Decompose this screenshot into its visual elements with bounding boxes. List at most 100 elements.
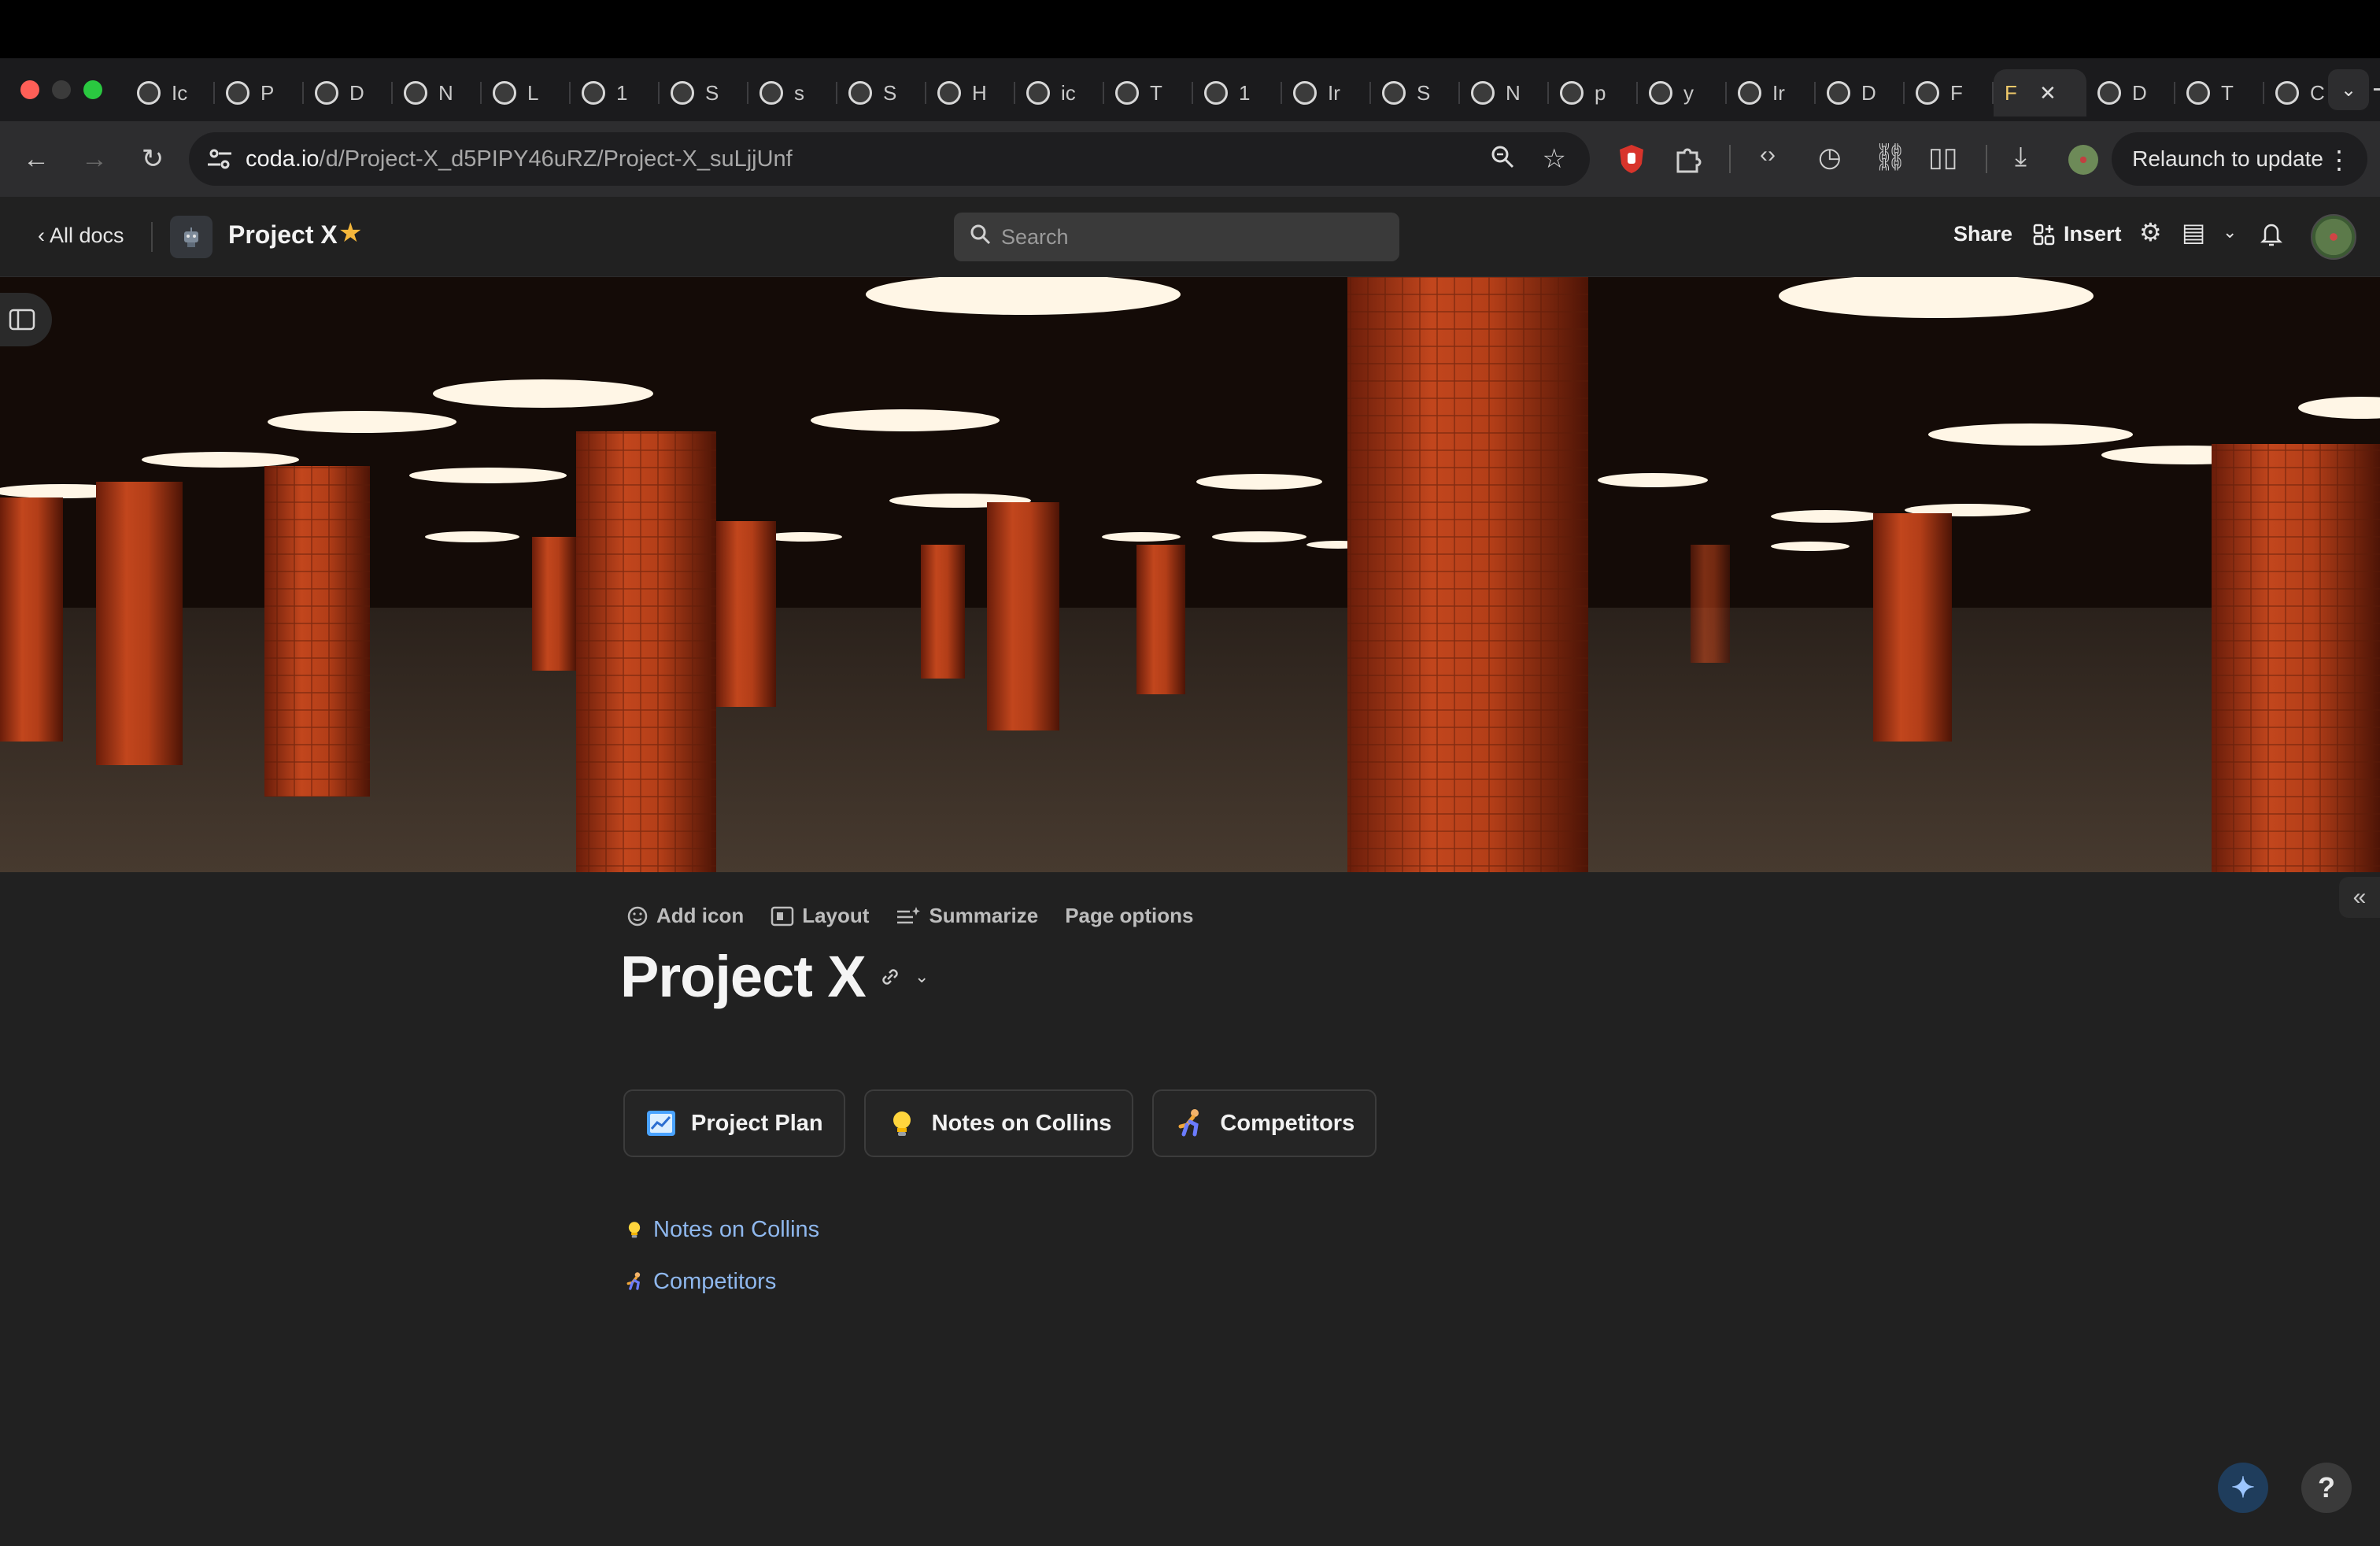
summarize-button[interactable]: Summarize: [896, 904, 1038, 928]
help-button[interactable]: ?: [2301, 1463, 2352, 1513]
tab-title: s: [794, 80, 804, 105]
crown-icon: [1026, 81, 1050, 105]
tab-title: F: [2005, 80, 2017, 105]
url-path: /d/Project-X_d5PIPY46uRZ/Project-X_suLjj…: [319, 146, 793, 172]
browser-tab-bar: IcPDNL1SsSHicT1IrSNpyIrDFF✕DTC+ ⌄: [0, 58, 2380, 121]
browser-tab[interactable]: Ir: [1282, 69, 1371, 117]
settings-gear-icon[interactable]: ⚙: [2139, 217, 2162, 247]
browser-tab[interactable]: P: [215, 69, 304, 117]
close-window-button[interactable]: [20, 80, 39, 99]
shapes-icon: [582, 81, 605, 105]
browser-tab[interactable]: D: [1816, 69, 1905, 117]
ai-assistant-button[interactable]: ✦: [2218, 1463, 2268, 1513]
page-options-button[interactable]: Page options: [1065, 904, 1193, 928]
page-title[interactable]: Project X: [620, 943, 867, 1010]
browser-toolbar: ← → ↻ coda.io/d/Project-X_d5PIPY46uRZ/Pr…: [0, 121, 2380, 197]
search-input[interactable]: Search: [954, 213, 1399, 261]
doc-icon[interactable]: [170, 216, 213, 258]
cover-image: [0, 277, 2380, 872]
insert-button[interactable]: Insert: [2032, 222, 2122, 246]
subpage-card[interactable]: Notes on Collins: [863, 1089, 1134, 1157]
subpage-card[interactable]: Competitors: [1152, 1089, 1377, 1157]
zoom-icon[interactable]: [1491, 145, 1514, 168]
sidebar-toggle-button[interactable]: [0, 293, 52, 346]
subpage-link[interactable]: Notes on Collins: [623, 1214, 819, 1245]
browser-tab[interactable]: Ir: [1727, 69, 1816, 117]
doc-title[interactable]: Project X: [228, 220, 338, 250]
reload-button[interactable]: ↻: [135, 143, 170, 175]
browser-tab[interactable]: L: [482, 69, 571, 117]
bookmark-star-icon[interactable]: ☆: [1543, 143, 1566, 175]
browser-tab[interactable]: H: [926, 69, 1015, 117]
browser-tab[interactable]: D: [2086, 69, 2175, 117]
minimize-window-button[interactable]: [52, 80, 71, 99]
extensions-puzzle-icon[interactable]: [1673, 145, 1702, 173]
chart-icon: [645, 1108, 677, 1139]
back-button[interactable]: ←: [19, 144, 54, 175]
chevron-down-icon[interactable]: ⌄: [2223, 222, 2237, 242]
title-chevron-down-icon[interactable]: ⌄: [915, 967, 929, 989]
reading-mode-icon[interactable]: ▯▯: [1928, 142, 1957, 173]
browser-tab-active[interactable]: F ✕: [1994, 69, 2086, 117]
favorite-star-icon[interactable]: ★: [338, 217, 362, 249]
profile-avatar[interactable]: [2068, 145, 2098, 175]
relaunch-button[interactable]: Relaunch to update ⋮: [2112, 132, 2367, 186]
browser-tab[interactable]: Ic: [126, 69, 215, 117]
browser-tab[interactable]: 1: [1193, 69, 1282, 117]
browser-tab[interactable]: s: [748, 69, 837, 117]
link-icon[interactable]: ⛓: [1873, 142, 1907, 173]
subpage-cards: Project Plan Notes on Collins Competitors: [623, 1089, 1377, 1157]
search-placeholder: Search: [1001, 224, 1069, 249]
insert-label: Insert: [2064, 222, 2122, 246]
address-bar[interactable]: coda.io/d/Project-X_d5PIPY46uRZ/Project-…: [189, 132, 1590, 186]
browser-tab[interactable]: F: [1905, 69, 1994, 117]
tab-search-button[interactable]: ⌄: [2328, 69, 2369, 110]
browser-tab[interactable]: ic: [1015, 69, 1104, 117]
add-icon-label: Add icon: [656, 904, 745, 927]
browser-tab[interactable]: D: [304, 69, 393, 117]
browser-tab[interactable]: 1: [571, 69, 660, 117]
browser-tab[interactable]: T: [1104, 69, 1193, 117]
maximize-window-button[interactable]: [83, 80, 102, 99]
summarize-sparkle-icon: [897, 906, 921, 923]
comments-icon[interactable]: ▤: [2182, 217, 2205, 247]
new-tab-button[interactable]: +: [2372, 72, 2380, 108]
tab-title: y: [1683, 80, 1694, 105]
browser-tab[interactable]: S: [660, 69, 748, 117]
globe-icon: [1916, 81, 1939, 105]
layout-button[interactable]: Layout: [771, 904, 869, 928]
browser-tab[interactable]: N: [393, 69, 482, 117]
tab-title: S: [1417, 80, 1431, 105]
subpage-link[interactable]: Competitors: [623, 1266, 819, 1297]
trello-icon: [315, 81, 338, 105]
google-icon: [759, 81, 783, 105]
close-tab-icon[interactable]: ✕: [2039, 81, 2057, 105]
share-button[interactable]: Share: [1953, 222, 2012, 246]
browser-tab[interactable]: N: [1460, 69, 1549, 117]
ui-icon: [1204, 81, 1228, 105]
history-icon[interactable]: ◷: [1818, 142, 1842, 173]
devtools-code-icon[interactable]: ‹›: [1760, 142, 1776, 168]
tab-strip: IcPDNL1SsSHicT1IrSNpyIrDFF✕DTC+: [126, 58, 2380, 121]
browser-tab[interactable]: S: [837, 69, 926, 117]
browser-tab[interactable]: y: [1638, 69, 1727, 117]
tab-title: N: [1506, 80, 1521, 105]
subpage-card[interactable]: Project Plan: [623, 1089, 845, 1157]
download-icon[interactable]: ⤓: [2015, 142, 2027, 172]
all-docs-link[interactable]: ‹ All docs: [38, 224, 124, 248]
browser-tab[interactable]: p: [1549, 69, 1638, 117]
add-icon-button[interactable]: Add icon: [626, 904, 744, 928]
tab-title: p: [1595, 80, 1606, 105]
site-settings-icon[interactable]: [206, 146, 233, 172]
cover-photo-underground-pillars: [0, 277, 2380, 872]
forward-button[interactable]: →: [77, 144, 112, 175]
tab-title: L: [527, 80, 539, 105]
user-avatar[interactable]: [2311, 214, 2356, 260]
copy-link-icon[interactable]: [878, 965, 902, 989]
toolbar-divider: [1729, 145, 1731, 173]
browser-tab[interactable]: T: [2175, 69, 2264, 117]
notifications-bell-icon[interactable]: [2259, 220, 2284, 247]
ublock-extension-icon[interactable]: [1618, 143, 1645, 175]
browser-tab[interactable]: S: [1371, 69, 1460, 117]
collapse-panel-button[interactable]: «: [2339, 877, 2380, 918]
